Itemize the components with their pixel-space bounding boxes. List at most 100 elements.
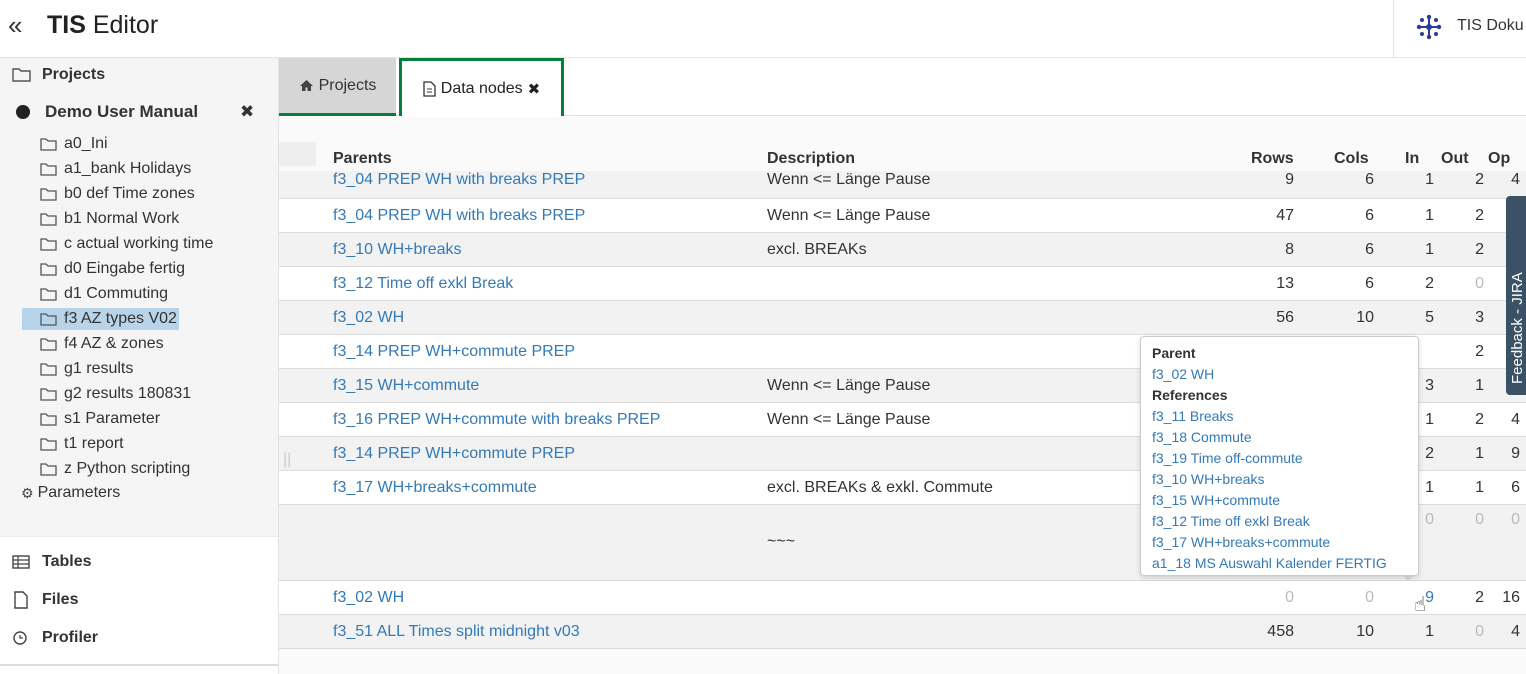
sidebar-item-projects[interactable]: Projects [12,63,105,87]
out-cell[interactable]: 2 [1444,589,1484,607]
table-row[interactable]: f3_12 Time off exkl Break 13 6 2 0 [279,267,1526,301]
app-title: TIS Editor [47,11,159,39]
rows-cell: 458 [1267,623,1294,640]
popover-reference-link[interactable]: a1_18 MS Auswahl Kalender FERTIG [1152,553,1407,574]
sidebar-folder[interactable]: a0_Ini [40,133,110,155]
resize-grip-icon[interactable]: || [283,451,291,469]
sidebar-folder[interactable]: f4 AZ & zones [40,333,166,355]
collapse-sidebar-icon[interactable]: « [8,12,22,38]
out-cell[interactable]: 2 [1444,411,1484,429]
popover-reference-link[interactable]: f3_10 WH+breaks [1152,469,1407,490]
project-header[interactable]: Demo User Manual [16,100,198,124]
close-project-icon[interactable]: ✖ [240,102,254,122]
close-tab-icon[interactable]: ✖ [528,80,541,98]
parent-link[interactable]: f3_51 ALL Times split midnight v03 [333,623,580,641]
in-cell[interactable]: 1 [1394,207,1434,225]
popover-reference-link[interactable]: f3_11 Breaks [1152,406,1407,427]
parent-link[interactable]: f3_14 PREP WH+commute PREP [333,343,575,361]
parent-link[interactable]: f3_17 WH+breaks+commute [333,479,537,497]
parent-link[interactable]: f3_16 PREP WH+commute with breaks PREP [333,411,660,429]
sidebar-folder[interactable]: f3 AZ types V02 [22,308,179,330]
header-description[interactable]: Description [767,150,855,168]
feedback-tab[interactable]: Feedback - JIRA [1506,196,1526,395]
sidebar-folder[interactable]: g1 results [40,358,135,380]
sidebar-folder[interactable]: d0 Eingabe fertig [40,258,187,280]
out-cell[interactable]: 2 [1444,343,1484,361]
header-rows[interactable]: Rows [1251,150,1294,168]
popover-parent-link[interactable]: f3_02 WH [1152,364,1407,385]
parent-link[interactable]: f3_02 WH [333,309,404,327]
sidebar-item-parameters[interactable]: ⚙ Parameters [21,481,120,505]
header-cols[interactable]: Cols [1334,150,1369,168]
parent-link[interactable]: f3_10 WH+breaks [333,241,462,259]
op-cell[interactable]: 9 [1480,445,1520,463]
in-cell[interactable]: 1 [1394,171,1434,189]
sidebar-item-profiler[interactable]: Profiler [12,626,98,650]
tab-data-nodes[interactable]: Data nodes ✖ [399,58,564,116]
out-cell[interactable]: 3 [1444,309,1484,327]
out-cell[interactable]: 1 [1444,445,1484,463]
out-cell[interactable]: 2 [1444,207,1484,225]
sidebar-folder[interactable]: t1 report [40,433,126,455]
header-op[interactable]: Op [1488,150,1510,168]
op-cell[interactable]: 4 [1480,411,1520,429]
sidebar-folder[interactable]: d1 Commuting [40,283,170,305]
out-cell[interactable]: 0 [1444,511,1484,529]
parent-link[interactable]: f3_15 WH+commute [333,377,479,395]
op-cell[interactable]: 0 [1480,511,1520,529]
out-cell[interactable]: 1 [1444,479,1484,497]
out-cell[interactable]: 1 [1444,377,1484,395]
table-row[interactable]: f3_02 WH 0 0 9 2 16 [279,581,1526,615]
parent-link[interactable]: f3_14 PREP WH+commute PREP [333,445,575,463]
sidebar-folder[interactable]: b1 Normal Work [40,208,181,230]
parent-link[interactable]: f3_04 PREP WH with breaks PREP [333,207,585,225]
sidebar-item-tables[interactable]: Tables [12,550,92,574]
header-in[interactable]: In [1405,150,1419,168]
in-cell[interactable]: 5 [1394,309,1434,327]
folder-icon [40,438,57,451]
parent-link[interactable]: f3_12 Time off exkl Break [333,275,513,293]
header-parents[interactable]: Parents [333,150,392,168]
cols-cell: 0 [1365,589,1374,606]
clock-icon [13,631,27,645]
project-bullet-icon [16,105,30,119]
table-row[interactable]: f3_51 ALL Times split midnight v03 458 10 1… [279,615,1526,649]
table-row[interactable]: f3_10 WH+breaks excl. BREAKs 8 6 1 2 [279,233,1526,267]
popover-reference-link[interactable]: f3_19 Time off-commute [1152,448,1407,469]
header-out[interactable]: Out [1441,150,1469,168]
in-cell[interactable]: 1 [1394,623,1434,641]
sidebar-folder[interactable]: z Python scripting [40,458,192,480]
popover-reference-link[interactable]: f3_15 WH+commute [1152,490,1407,511]
out-cell[interactable]: 2 [1444,241,1484,259]
out-cell[interactable]: 0 [1444,623,1484,641]
out-cell[interactable]: 0 [1444,275,1484,293]
feedback-label: Feedback - JIRA [1509,272,1526,384]
op-cell[interactable]: 4 [1480,623,1520,641]
in-cell[interactable]: 2 [1394,275,1434,293]
sidebar-bottom-nav: Tables Files Profiler [0,536,278,674]
parent-link[interactable]: f3_04 PREP WH with breaks PREP [333,171,585,189]
op-cell[interactable]: 6 [1480,479,1520,497]
tis-doku-link[interactable]: TIS Doku [1457,17,1524,35]
sidebar-folder[interactable]: g2 results 180831 [40,383,193,405]
popover-reference-link[interactable]: f3_17 WH+breaks+commute [1152,532,1407,553]
folder-icon [40,363,57,376]
popover-reference-link[interactable]: f3_18 Commute [1152,427,1407,448]
parent-link[interactable]: f3_02 WH [333,589,404,607]
in-cell[interactable]: 1 [1394,241,1434,259]
sidebar-folder[interactable]: b0 def Time zones [40,183,197,205]
table-row[interactable]: f3_04 PREP WH with breaks PREP Wenn <= Lä… [279,199,1526,233]
sidebar-folder[interactable]: a1_bank Holidays [40,158,193,180]
table-row[interactable]: f3_04 PREP WH with breaks PREP Wenn <= Lä… [279,171,1526,199]
out-cell[interactable]: 2 [1444,171,1484,189]
sidebar-folder[interactable]: c actual working time [40,233,215,255]
op-cell[interactable]: 16 [1480,589,1520,607]
app-header: « TIS Editor TIS Doku [0,0,1526,58]
popover-reference-link[interactable]: f3_12 Time off exkl Break [1152,511,1407,532]
tab-projects[interactable]: Projects [279,58,396,116]
rows-cell: 13 [1276,275,1294,292]
sidebar-folder[interactable]: s1 Parameter [40,408,162,430]
op-cell[interactable]: 4 [1480,171,1520,189]
table-row[interactable]: f3_02 WH5610531 [279,301,1526,335]
sidebar-item-files[interactable]: Files [12,588,78,612]
